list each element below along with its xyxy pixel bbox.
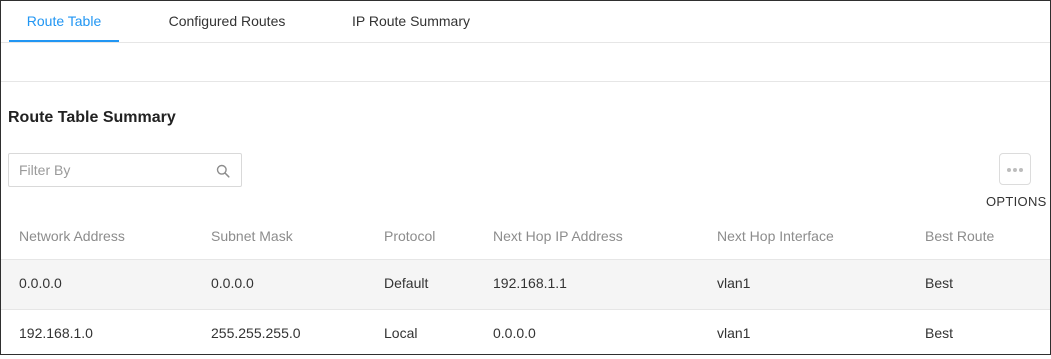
options-label[interactable]: OPTIONS	[986, 194, 1047, 209]
cell-next-hop-interface: vlan1	[717, 275, 751, 291]
cell-best-route: Best	[925, 325, 954, 341]
cell-network-address: 192.168.1.0	[19, 325, 93, 341]
column-header-next-hop-ip[interactable]: Next Hop IP Address	[493, 228, 623, 244]
table-header: Network Address Subnet Mask Protocol Nex…	[1, 209, 1050, 259]
section-title: Route Table Summary	[8, 109, 176, 126]
cell-protocol: Default	[384, 275, 429, 291]
column-header-network-address[interactable]: Network Address	[19, 228, 125, 244]
cell-subnet-mask: 255.255.255.0	[211, 325, 301, 341]
filter-field[interactable]	[8, 153, 242, 187]
column-header-subnet-mask[interactable]: Subnet Mask	[211, 228, 293, 244]
tab-configured-routes[interactable]: Configured Routes	[159, 1, 295, 41]
section-divider	[1, 81, 1050, 82]
column-header-next-hop-interface[interactable]: Next Hop Interface	[717, 228, 834, 244]
cell-next-hop-ip: 0.0.0.0	[493, 325, 536, 341]
cell-best-route: Best	[925, 275, 954, 291]
options-button[interactable]	[999, 153, 1031, 185]
tab-bar: Route Table Configured Routes IP Route S…	[1, 1, 1050, 43]
tab-ip-route-summary[interactable]: IP Route Summary	[341, 1, 481, 41]
cell-protocol: Local	[384, 325, 418, 341]
column-header-best-route[interactable]: Best Route	[925, 228, 994, 244]
cell-next-hop-interface: vlan1	[717, 325, 751, 341]
table-row[interactable]: 192.168.1.0 255.255.255.0 Local 0.0.0.0 …	[1, 309, 1050, 359]
more-dots-icon	[1007, 168, 1011, 172]
route-table-panel: Route Table Configured Routes IP Route S…	[0, 0, 1051, 355]
search-icon[interactable]	[216, 164, 230, 178]
cell-next-hop-ip: 192.168.1.1	[493, 275, 567, 291]
cell-subnet-mask: 0.0.0.0	[211, 275, 254, 291]
cell-network-address: 0.0.0.0	[19, 275, 62, 291]
column-header-protocol[interactable]: Protocol	[384, 228, 435, 244]
route-table: Network Address Subnet Mask Protocol Nex…	[1, 209, 1050, 359]
tab-route-table[interactable]: Route Table	[9, 1, 119, 42]
table-row[interactable]: 0.0.0.0 0.0.0.0 Default 192.168.1.1 vlan…	[1, 259, 1050, 309]
filter-input[interactable]	[19, 154, 209, 186]
